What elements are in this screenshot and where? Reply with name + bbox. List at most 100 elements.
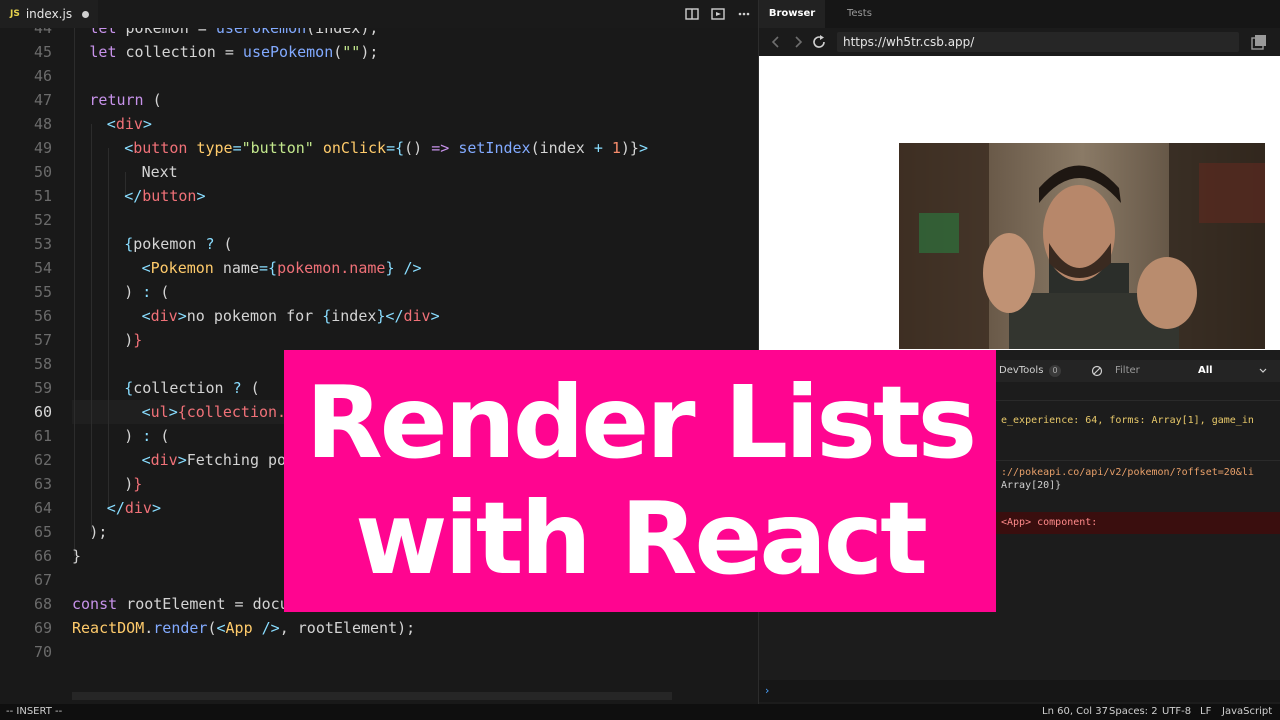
code-line[interactable]: 56 <div>no pokemon for {index}</div> [0,304,758,328]
language-mode[interactable]: JavaScript [1222,704,1272,720]
forward-arrow-icon[interactable] [793,36,803,48]
code-line[interactable]: 49 <button type="button" onClick={() => s… [0,136,758,160]
code-text: <div> [107,112,152,136]
code-token: ? [205,235,224,253]
code-text: } [72,544,81,568]
cursor-position[interactable]: Ln 60, Col 37 [1042,704,1108,720]
code-text: </div> [107,496,161,520]
line-number: 64 [33,499,52,517]
code-token: ) [124,427,143,445]
code-token: , rootElement); [279,619,416,637]
line-number: 48 [33,115,52,133]
tab-browser[interactable]: Browser [759,0,825,28]
horizontal-scrollbar[interactable] [72,692,672,700]
line-number: 53 [33,235,52,253]
code-line[interactable]: 69 ReactDOM.render(<App />, rootElement); [0,616,758,640]
console-array-line: Array[20]} [1001,480,1062,491]
code-text: {pokemon ? ( [124,232,232,256]
line-number: 49 [33,139,52,157]
code-token: } [72,547,82,565]
code-line[interactable]: 57)} [0,328,758,352]
line-number: 50 [33,163,52,181]
editor-tab-index-js[interactable]: JS index.js [0,0,98,28]
code-line[interactable]: 54 <Pokemon name={pokemon.name} /> [0,256,758,280]
code-line[interactable]: 48 <div> [0,112,758,136]
code-line[interactable]: 70 [0,640,758,664]
code-token: ( [152,91,162,109]
code-token: no pokemon for [186,307,323,325]
code-line[interactable]: 53 {pokemon ? ( [0,232,758,256]
line-number: 51 [33,187,52,205]
code-text: <div>no pokemon for {index}</div> [142,304,440,328]
browser-preview[interactable] [759,56,1280,350]
code-token: < [141,259,151,277]
filter-input[interactable]: Filter [1115,360,1140,382]
refresh-icon[interactable] [811,34,827,50]
code-token: div [150,451,178,469]
code-token: => [431,139,459,157]
code-token: < [141,451,151,469]
code-line[interactable]: 45 let collection = usePokemon(""); [0,40,758,64]
code-token: usePokemon [215,28,307,37]
code-line[interactable]: 46 [0,64,758,88]
code-text: <ul>{collection. [142,400,287,424]
code-token: }</ [376,307,404,325]
console-input[interactable]: › [759,680,1280,702]
code-token: pokemon [133,235,206,253]
code-line[interactable]: 52 [0,208,758,232]
code-line[interactable]: 51 </button> [0,184,758,208]
code-token: ); [89,523,108,541]
code-token: ); [360,43,379,61]
code-token: App [225,619,262,637]
code-token: ( [160,283,170,301]
code-line[interactable]: 55 ) : ( [0,280,758,304]
code-token: button [142,187,197,205]
code-text: </button> [124,184,205,208]
open-new-window-icon[interactable] [1251,34,1267,50]
message-count-badge: 0 [1049,365,1061,377]
log-level-select[interactable]: All [1198,360,1213,382]
code-token: div [150,307,178,325]
code-token: div [124,499,152,517]
code-token: > [638,139,648,157]
code-token: ( [160,427,170,445]
devtools-label[interactable]: DevTools [999,360,1043,382]
line-number: 55 [33,283,52,301]
line-ending-setting[interactable]: LF [1200,704,1211,720]
code-token: Fetching po [186,451,287,469]
code-text: )} [124,472,142,496]
unsaved-dot-icon[interactable] [82,11,89,18]
code-token: > [177,307,187,325]
chevron-down-icon[interactable] [1259,368,1267,374]
split-editor-icon[interactable] [685,7,699,21]
indentation-setting[interactable]: Spaces: 2 [1109,704,1158,720]
tab-tests[interactable]: Tests [847,0,872,28]
code-text: ) : ( [124,280,169,304]
encoding-setting[interactable]: UTF-8 [1162,704,1191,720]
url-input[interactable]: https://wh5tr.csb.app/ [837,32,1239,52]
code-token: div [403,307,431,325]
code-token: > [151,499,161,517]
code-token: < [124,139,134,157]
code-line[interactable]: 44 let pokemon = usePokemon(index); [0,28,758,40]
code-token: < [141,403,151,421]
overlay-title-line-2: with React [355,480,928,597]
clear-console-icon[interactable] [1091,365,1103,377]
code-token: "" [342,43,361,61]
code-token: name [222,259,259,277]
code-token: return [89,91,153,109]
more-options-icon[interactable] [737,7,751,21]
code-line[interactable]: 50 Next [0,160,758,184]
code-token: Next [141,163,178,181]
code-token: type [196,139,233,157]
back-arrow-icon[interactable] [771,36,781,48]
code-token: ) [124,331,134,349]
code-token: index [331,307,377,325]
code-token: > [168,403,178,421]
code-token: setIndex [458,139,531,157]
code-text: {collection ? ( [124,376,259,400]
code-token: } /> [385,259,422,277]
open-preview-icon[interactable] [711,7,725,21]
code-line[interactable]: 47 return ( [0,88,758,112]
code-token: } [133,475,143,493]
